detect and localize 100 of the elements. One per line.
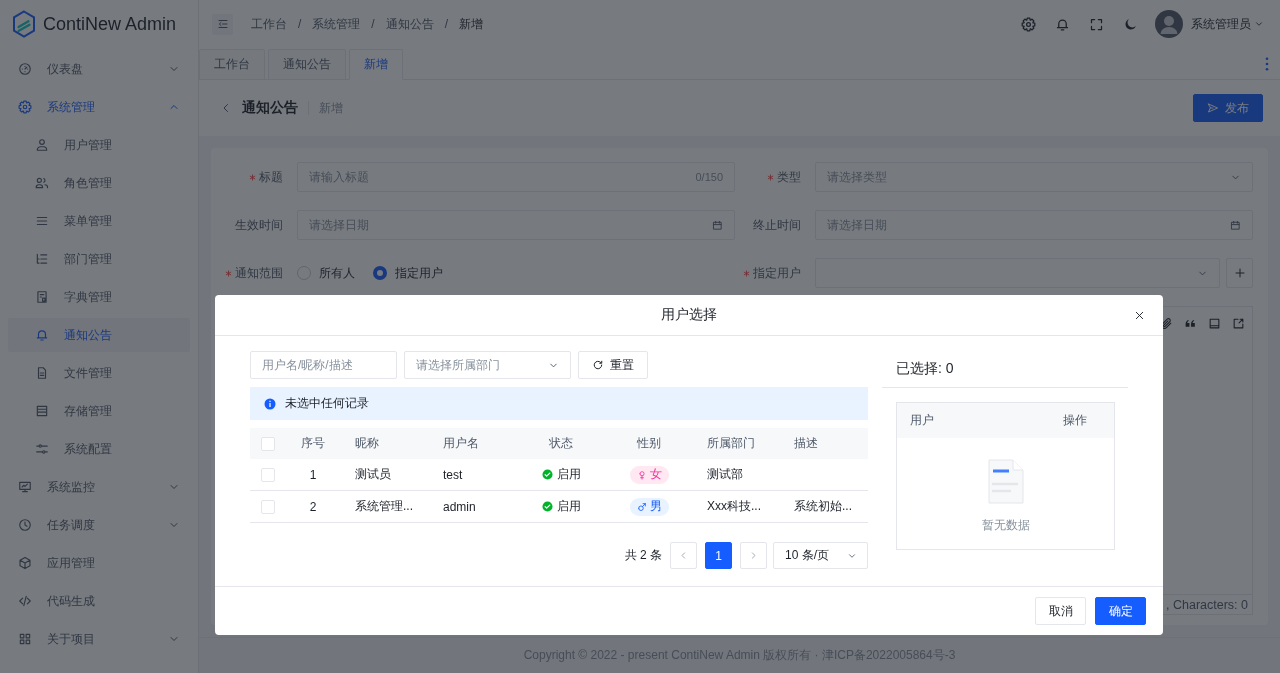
sidebar-item[interactable]: 角色管理 <box>8 166 190 200</box>
sidebar-item[interactable]: 部门管理 <box>8 242 190 276</box>
checkbox[interactable] <box>261 436 275 451</box>
list-icon <box>35 214 49 228</box>
field-label: 标题 <box>259 168 283 186</box>
sidebar-item[interactable]: 应用管理 <box>8 546 190 580</box>
page-button[interactable]: 1 <box>705 542 732 569</box>
sidebar-item[interactable]: 文件管理 <box>8 356 190 390</box>
storage-icon <box>35 404 49 418</box>
users-icon <box>35 176 49 190</box>
document-icon <box>35 290 49 304</box>
settings-icon <box>18 100 32 114</box>
column-header: 状态 <box>548 435 574 452</box>
sidebar-toggle-button[interactable] <box>212 13 233 35</box>
close-icon[interactable] <box>1134 309 1145 321</box>
table-cell-text: Xxx科技... <box>706 498 762 515</box>
sidebar-item[interactable]: 用户管理 <box>8 128 190 162</box>
sidebar-item[interactable]: 任务调度 <box>8 508 190 542</box>
sidebar-item[interactable]: 仪表盘 <box>8 52 190 86</box>
status-text: 启用 <box>556 498 581 515</box>
gauge-icon <box>18 62 32 76</box>
paperclip-icon[interactable] <box>1160 316 1173 330</box>
table-cell-text: 测试员 <box>354 466 392 483</box>
cancel-button[interactable]: 取消 <box>1035 597 1086 625</box>
hexagon-logo-icon <box>12 10 36 38</box>
gender-label: 女 <box>649 466 662 483</box>
sidebar-item[interactable]: 系统管理 <box>8 90 190 124</box>
chevron-down-icon[interactable] <box>1254 19 1264 29</box>
column-header: 用户名 <box>442 435 480 452</box>
publish-button[interactable]: 发布 <box>1193 94 1263 122</box>
fullscreen-icon[interactable] <box>1089 16 1104 32</box>
field-label: 生效时间 <box>235 216 283 234</box>
info-icon <box>264 397 276 410</box>
add-button[interactable] <box>1226 258 1253 288</box>
indent-icon <box>216 18 229 30</box>
search-input[interactable]: 用户名/昵称/描述 <box>250 351 397 379</box>
field-label: 通知范围 <box>235 264 283 282</box>
breadcrumb-item: 新增 <box>459 15 484 33</box>
sidebar-item[interactable]: 菜单管理 <box>8 204 190 238</box>
breadcrumb-item[interactable]: 工作台 <box>251 15 287 33</box>
sidebar-item[interactable]: 存储管理 <box>8 394 190 428</box>
select-field[interactable] <box>815 258 1220 288</box>
alert-text: 未选中任何记录 <box>285 395 369 412</box>
column-header: 描述 <box>793 435 819 452</box>
box-arrow-icon[interactable] <box>1232 316 1245 330</box>
tree-list-icon <box>35 252 49 266</box>
sidebar-item[interactable]: 代码生成 <box>8 584 190 618</box>
sidebar-item[interactable]: 系统配置 <box>8 432 190 466</box>
sidebar-item[interactable]: 通知公告 <box>8 318 190 352</box>
monitor-icon <box>18 480 32 494</box>
status-text: 启用 <box>556 466 581 483</box>
checkbox[interactable] <box>261 467 275 482</box>
more-vertical-icon[interactable] <box>1265 56 1269 71</box>
tab[interactable]: 新增 <box>349 49 403 80</box>
reset-button[interactable]: 重置 <box>578 351 648 379</box>
settings-icon[interactable] <box>1021 16 1036 32</box>
avatar-icon[interactable] <box>1155 10 1183 38</box>
empty-text: 暂无数据 <box>981 517 1030 534</box>
sidebar-item[interactable]: 关于项目 <box>8 622 190 656</box>
breadcrumb-separator: / <box>444 17 449 31</box>
code-icon <box>18 594 32 608</box>
breadcrumb-separator: / <box>371 17 375 31</box>
chevron-left-icon <box>679 551 688 560</box>
clock-icon <box>18 518 32 532</box>
breadcrumb-item[interactable]: 系统管理 <box>312 15 361 33</box>
male-symbol-icon <box>636 501 647 512</box>
empty-document-icon <box>987 459 1024 504</box>
sidebar-item[interactable]: 系统监控 <box>8 470 190 504</box>
column-header: 性别 <box>636 435 662 452</box>
bell-icon[interactable] <box>1055 16 1070 32</box>
table-cell-text: test <box>442 467 464 482</box>
breadcrumb-separator: / <box>298 17 302 31</box>
column-header: 用户 <box>910 412 934 429</box>
panel-icon[interactable] <box>1208 316 1221 330</box>
grid-icon <box>18 632 32 646</box>
sidebar-item[interactable]: 字典管理 <box>8 280 190 314</box>
breadcrumb-item[interactable]: 通知公告 <box>385 15 434 33</box>
confirm-button[interactable]: 确定 <box>1095 597 1146 625</box>
gender-label: 男 <box>649 498 662 515</box>
radio-option[interactable]: 指定用户 <box>373 264 443 282</box>
selected-count-title: 已选择: 0 <box>882 351 1128 388</box>
field-label: 终止时间 <box>753 216 801 234</box>
user-name[interactable]: 系统管理员 <box>1191 15 1251 33</box>
moon-icon[interactable] <box>1123 16 1138 32</box>
tab[interactable]: 工作台 <box>199 49 265 80</box>
page-size-select[interactable]: 10 条/页 <box>773 542 868 569</box>
file-icon <box>35 366 49 380</box>
plus-icon <box>1233 267 1246 279</box>
checkbox[interactable] <box>261 499 275 514</box>
radio-option[interactable]: 所有人 <box>297 264 355 282</box>
table-cell-text: 系统管理... <box>354 498 414 515</box>
table-cell-text: 1 <box>308 467 318 482</box>
check-circle-icon <box>541 501 553 512</box>
field-label: 指定用户 <box>753 264 801 282</box>
chevron-right-icon <box>749 551 758 560</box>
total-count: 共 2 条 <box>624 547 662 564</box>
cube-icon <box>18 556 32 570</box>
calendar-icon <box>1230 219 1241 231</box>
tab[interactable]: 通知公告 <box>268 49 346 80</box>
department-select[interactable]: 请选择所属部门 <box>404 351 571 379</box>
